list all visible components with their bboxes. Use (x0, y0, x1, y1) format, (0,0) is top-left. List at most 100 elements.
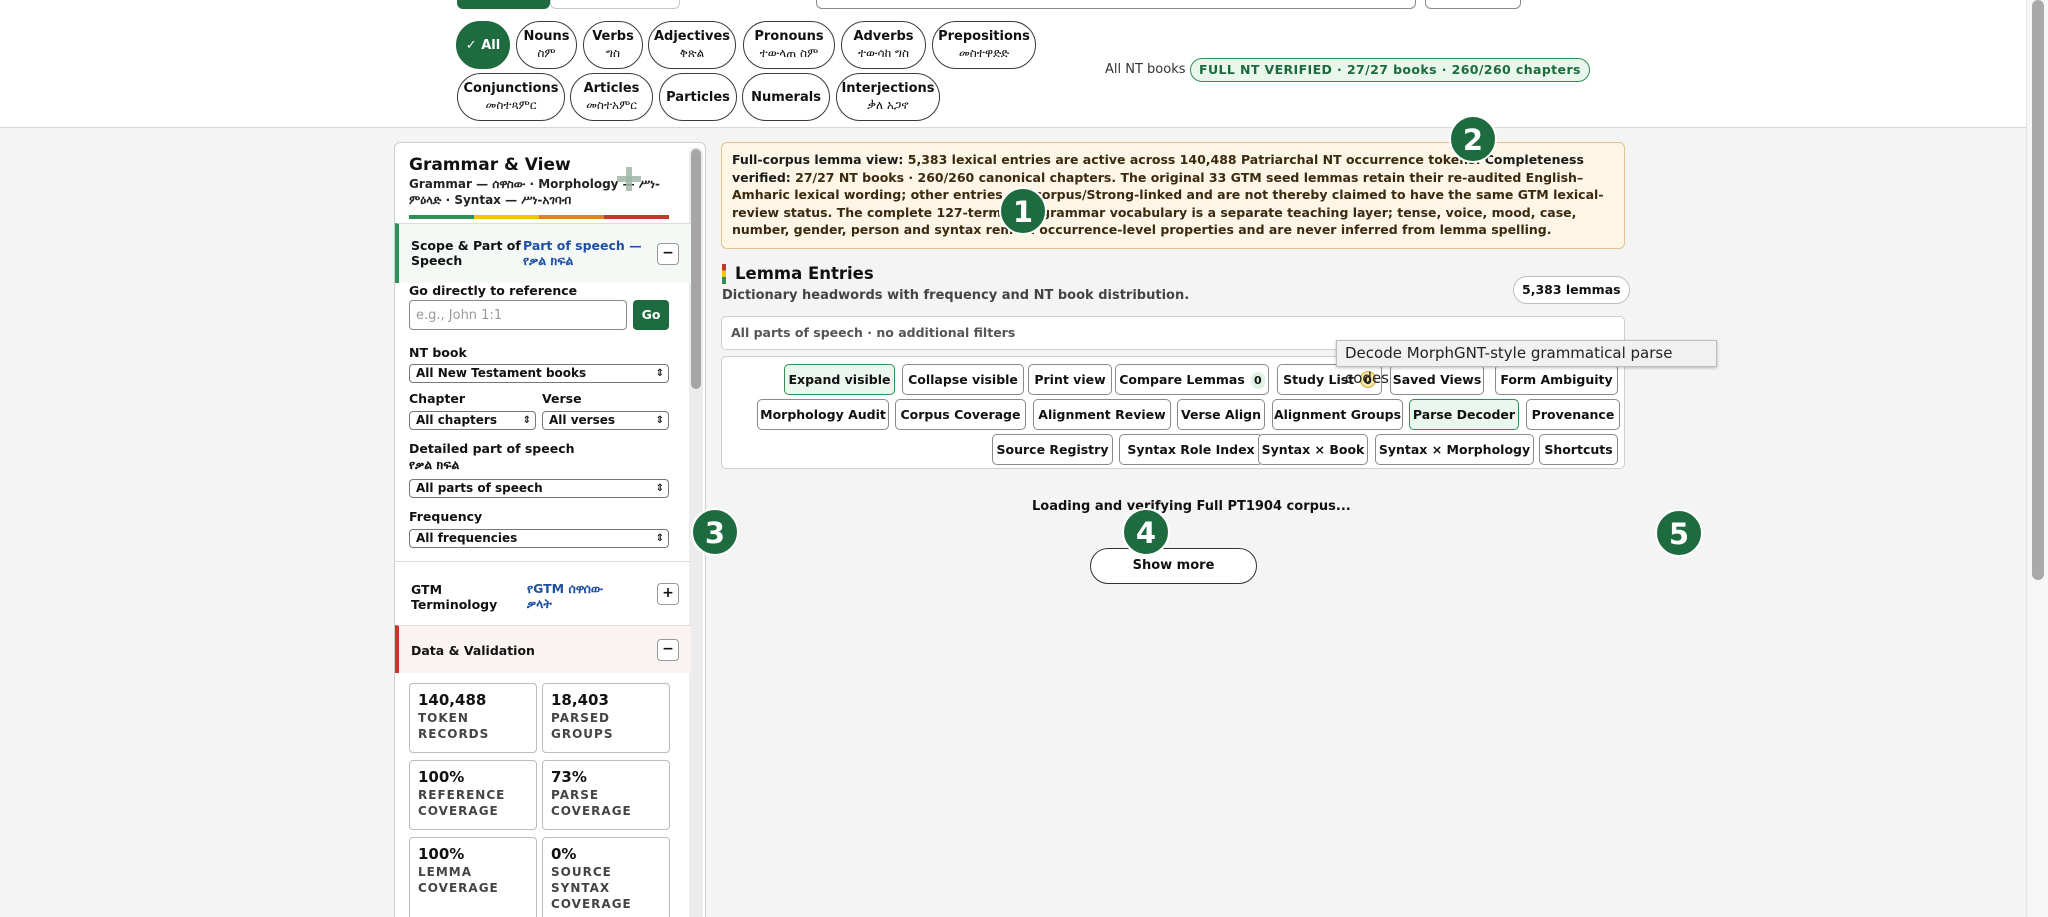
expand-gtm-button[interactable]: + (657, 583, 679, 605)
toolbar-button[interactable]: Parse Decoder (1409, 399, 1519, 430)
collapse-scope-button[interactable]: − (657, 243, 679, 265)
toolbar-button[interactable]: Verse Align (1177, 399, 1265, 430)
top-filter-bar: ✓ All Nouns ስም Verbs ግስ Adjectives ቅጽል Pronouns… (0, 0, 2026, 128)
stat-card: 73% PARSE COVERAGE (542, 760, 670, 830)
pos-pill[interactable]: Articles መስተአምር (570, 73, 653, 121)
toolbar-button-label: Alignment Groups (1273, 407, 1402, 422)
toolbar-button[interactable]: Corpus Coverage (895, 399, 1026, 430)
toolbar-button[interactable]: Morphology Audit (757, 399, 889, 430)
pos-pill[interactable]: Adverbs ተውሳከ ግስ (841, 21, 926, 69)
step-marker-1: 1 (999, 187, 1047, 235)
toolbar-button[interactable]: Expand visible (784, 364, 895, 395)
pos-pill-label: Articles (583, 81, 640, 96)
pos-pill-sublabel: ስም (537, 46, 556, 60)
stat-card: 140,488 TOKEN RECORDS (409, 683, 537, 753)
toolbar-button[interactable]: Print view (1028, 364, 1112, 395)
section-scope[interactable]: Scope & Part of Speech Part of speech — … (395, 223, 691, 283)
pos-pill[interactable]: Verbs ግስ (583, 21, 643, 69)
section-data-validation[interactable]: Data & Validation − (395, 625, 691, 673)
toolbar-button-label: Morphology Audit (760, 407, 886, 422)
pos-pill-sublabel: ቃለ አጋኖ (867, 98, 909, 112)
verse-select[interactable]: All verses (542, 411, 669, 430)
pos-pill-label: Prepositions (938, 29, 1030, 44)
pos-pill-label: ✓ All (465, 37, 501, 53)
section-data-title: Data & Validation (411, 643, 535, 658)
stat-value: 73% (551, 768, 587, 786)
verified-badge: FULL NT VERIFIED · 27/27 books · 260/260… (1190, 58, 1590, 82)
pos-pill[interactable]: Conjunctions መስተጻምር (457, 73, 565, 121)
pos-pill-sublabel: ተውላጠ ስም (759, 46, 819, 60)
toolbar-button[interactable]: Collapse visible (902, 364, 1024, 395)
stat-value: 140,488 (418, 691, 487, 709)
pos-pill-label: Pronouns (754, 29, 824, 44)
section-gtm-terminology[interactable]: GTM Terminology የGTM ሰዋሰው ቃላት + (395, 561, 691, 625)
toolbar-button[interactable]: Syntax × Book (1258, 434, 1368, 465)
search-field-edge[interactable] (816, 0, 1416, 9)
toolbar-button-label: Collapse visible (908, 372, 1018, 387)
search-button-edge[interactable] (1425, 0, 1521, 9)
section-gtm-subtitle: የGTM ሰዋሰው ቃላት (527, 581, 603, 611)
tool-panel: Expand visible Collapse visible Print view… (721, 356, 1625, 469)
toolbar-button-label: Provenance (1531, 407, 1615, 422)
pos-pill-sublabel: ግስ (606, 46, 620, 60)
stat-value: 100% (418, 768, 465, 786)
toolbar-button-label: Shortcuts (1544, 442, 1613, 457)
toolbar-button[interactable]: Source Registry (992, 434, 1113, 465)
toolbar-button[interactable]: Alignment Groups (1272, 399, 1403, 430)
goto-label: Go directly to reference (409, 283, 578, 298)
pos-pill[interactable]: Nouns ስም (516, 21, 577, 69)
toolbar-button[interactable]: Form Ambiguity (1495, 364, 1618, 395)
toolbar-button[interactable]: Provenance (1526, 399, 1620, 430)
lemma-entries-title: Lemma Entries (735, 264, 874, 283)
toolbar-button[interactable]: Syntax Role Index (1119, 434, 1263, 465)
toolbar-button-label: Saved Views (1392, 372, 1482, 387)
notice-text-1: 5,383 lexical entries are active across … (903, 152, 1485, 167)
toolbar-button[interactable]: Shortcuts (1539, 434, 1618, 465)
toolbar-button-label: Corpus Coverage (900, 407, 1021, 422)
pos-pill-label: Nouns (523, 29, 570, 44)
top-tab-button[interactable] (457, 0, 550, 9)
toolbar-button[interactable]: Alignment Review (1033, 399, 1171, 430)
stat-card: 100% REFERENCE COVERAGE (409, 760, 537, 830)
toolbar-button[interactable]: Syntax × Morphology (1375, 434, 1534, 465)
pos-pill-label: Numerals (751, 89, 821, 105)
toolbar-button-label: Syntax × Book (1261, 442, 1365, 457)
toolbar-button[interactable]: Compare Lemmas 0 (1115, 364, 1269, 395)
stat-value: 0% (551, 845, 577, 863)
pos-pill[interactable]: ✓ All (456, 21, 510, 69)
stat-card: 100% LEMMA COVERAGE (409, 837, 537, 917)
toolbar-button[interactable]: Saved Views (1390, 364, 1484, 395)
stat-value: 18,403 (551, 691, 609, 709)
frequency-select[interactable]: All frequencies (409, 529, 669, 548)
corpus-notice: Full-corpus lemma view: 5,383 lexical en… (721, 142, 1625, 249)
reference-input[interactable] (409, 300, 627, 330)
section-scope-subtitle: Part of speech — የቃል ክፍል (523, 238, 642, 268)
nt-book-select[interactable]: All New Testament books (409, 364, 669, 383)
pos-pill[interactable]: Numerals (742, 73, 830, 121)
section-gtm-title: GTM Terminology (411, 582, 498, 612)
chapter-select[interactable]: All chapters (409, 411, 536, 430)
toolbar-button-label: Verse Align (1181, 407, 1261, 422)
go-button[interactable]: Go (633, 300, 669, 330)
pos-pill[interactable]: Interjections ቃለ አጋኖ (836, 73, 940, 121)
toolbar-button-label: Syntax Role Index (1127, 442, 1255, 457)
pos-pill[interactable]: Particles (659, 73, 737, 121)
detailed-pos-select[interactable]: All parts of speech (409, 479, 669, 498)
pos-pill[interactable]: Prepositions መስተዋድድ (932, 21, 1036, 69)
toolbar-button-label: Expand visible (788, 372, 891, 387)
chapter-label: Chapter (409, 391, 466, 406)
sidebar-title: Grammar & View (409, 155, 571, 175)
collapse-data-button[interactable]: − (657, 639, 679, 661)
pos-pill[interactable]: Pronouns ተውላጠ ስም (743, 21, 835, 69)
frequency-label: Frequency (409, 509, 483, 524)
section-scope-title: Scope & Part of Speech (411, 238, 521, 268)
show-more-button[interactable]: Show more (1090, 548, 1257, 584)
top-tab-button-secondary[interactable] (550, 0, 680, 9)
toolbar-count-badge: 0 (1250, 372, 1265, 389)
page-scrollbar[interactable] (2026, 0, 2048, 917)
detailed-pos-label: Detailed part of speech (409, 441, 575, 456)
pos-pill[interactable]: Adjectives ቅጽል (648, 21, 736, 69)
lemma-entries-subtitle: Dictionary headwords with frequency and … (722, 288, 1190, 303)
step-marker-5: 5 (1655, 509, 1703, 557)
toolbar-button-label: Print view (1034, 372, 1106, 387)
